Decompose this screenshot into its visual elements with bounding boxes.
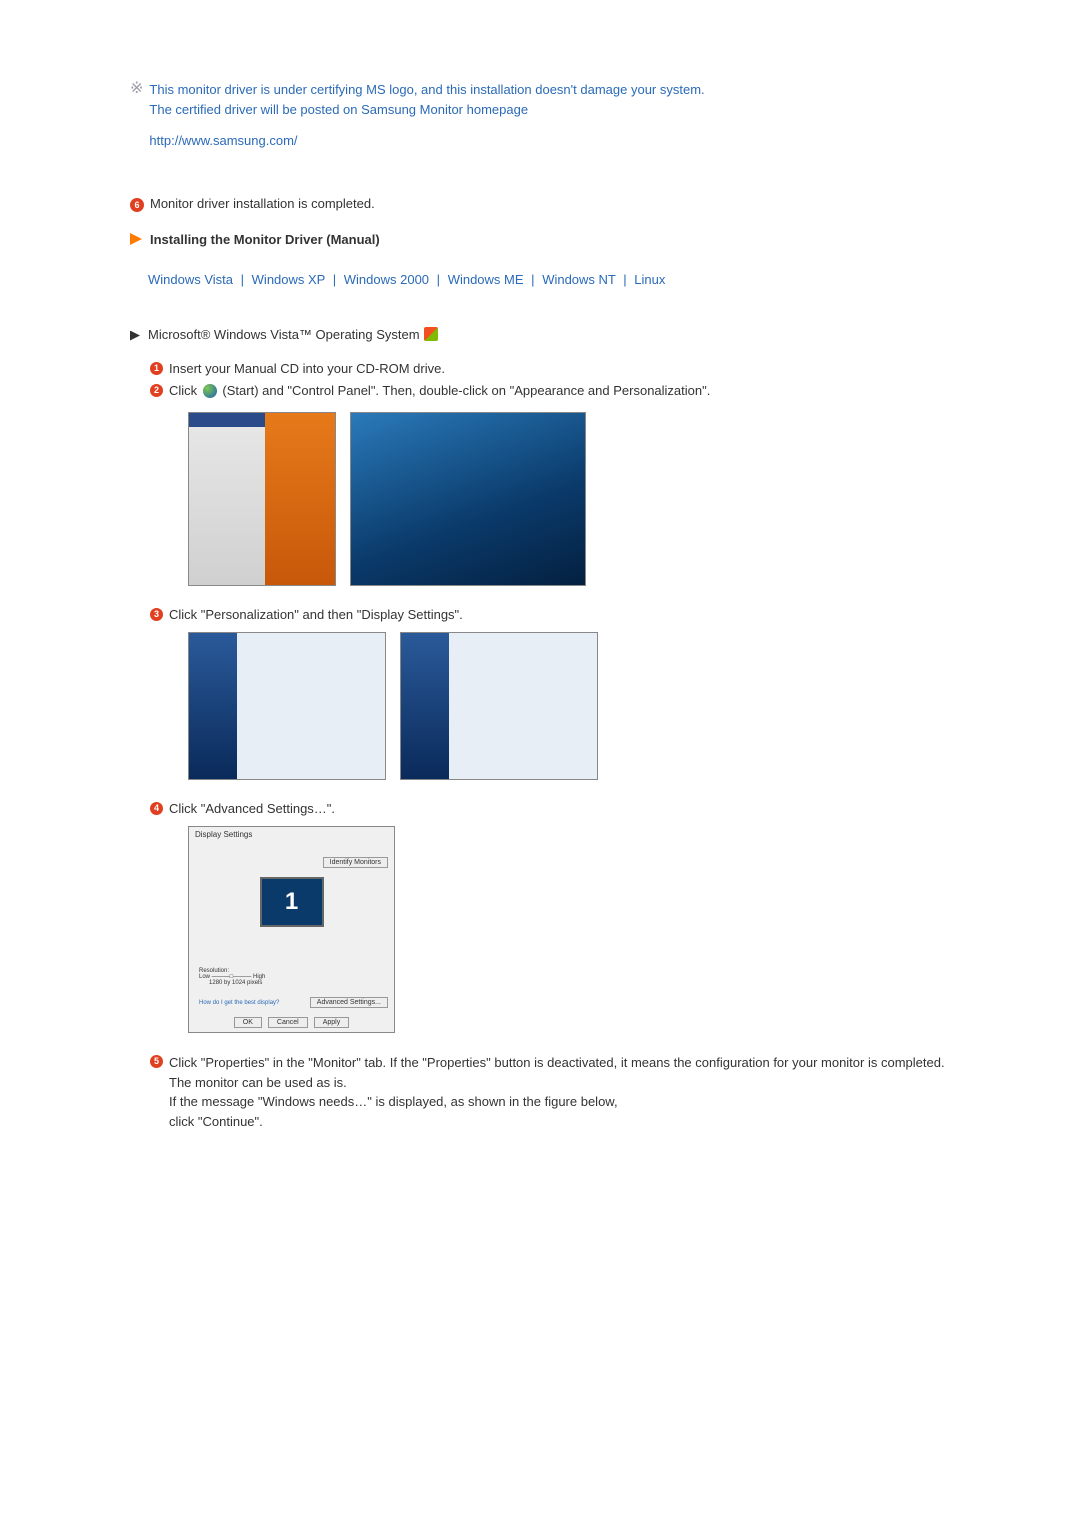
vista-step2-text: Click (Start) and "Control Panel". Then,… [169,382,710,400]
step3-number-icon: 3 [150,608,163,621]
best-display-link: How do I get the best display? [199,1000,279,1006]
note-line1: This monitor driver is under certifying … [149,82,704,97]
step1-number-icon: 1 [150,362,163,375]
step2-number-icon: 2 [150,384,163,397]
sep: | [241,272,244,287]
vista-step3: 3 Click "Personalization" and then "Disp… [150,606,950,624]
cancel-button: Cancel [268,1017,308,1028]
step5-number-icon: 5 [150,1055,163,1068]
step-complete: 6 Monitor driver installation is complet… [130,196,950,212]
os-links: Windows Vista | Windows XP | Windows 200… [148,272,950,287]
sep: | [437,272,440,287]
note-line2: The certified driver will be posted on S… [149,102,528,117]
link-me[interactable]: Windows ME [448,272,524,287]
control-panel-screenshot [350,412,586,586]
arrow-icon [130,233,142,245]
link-2000[interactable]: Windows 2000 [344,272,429,287]
sep: | [531,272,534,287]
driver-complete-text: Monitor driver installation is completed… [150,196,375,211]
vista-step5-text: Click "Properties" in the "Monitor" tab.… [169,1053,950,1131]
section-heading: Installing the Monitor Driver (Manual) [130,232,950,247]
vista-step2: 2 Click (Start) and "Control Panel". The… [150,382,950,400]
identify-monitors-button: Identify Monitors [323,857,388,868]
advanced-settings-button: Advanced Settings... [310,997,388,1008]
monitor-preview: 1 [260,877,324,927]
apply-button: Apply [314,1017,350,1028]
step6-number-icon: 6 [130,198,144,212]
step4-number-icon: 4 [150,802,163,815]
vista-step5: 5 Click "Properties" in the "Monitor" ta… [150,1053,950,1131]
link-xp[interactable]: Windows XP [252,272,325,287]
vista-heading-row: Microsoft® Windows Vista™ Operating Syst… [130,327,950,342]
sep: | [623,272,626,287]
section-title-text: Installing the Monitor Driver (Manual) [150,232,380,247]
vista-step4-text: Click "Advanced Settings…". [169,800,335,818]
resolution-label: Resolution: Low ———□——— High 1280 by 102… [199,968,265,986]
start-orb-icon [203,384,217,398]
display-settings-screenshot: Display Settings Identify Monitors 1 Res… [188,826,395,1033]
personalization-screenshot [400,632,598,780]
link-vista[interactable]: Windows Vista [148,272,233,287]
vista-step3-text: Click "Personalization" and then "Displa… [169,606,463,624]
link-nt[interactable]: Windows NT [542,272,615,287]
samsung-url[interactable]: http://www.samsung.com/ [149,131,704,151]
windows-logo-icon [424,327,438,341]
vista-step1-text: Insert your Manual CD into your CD-ROM d… [169,360,445,378]
vista-heading: Microsoft® Windows Vista™ Operating Syst… [148,327,420,342]
ok-button: OK [234,1017,262,1028]
vista-step1: 1 Insert your Manual CD into your CD-ROM… [150,360,950,378]
sep: | [333,272,336,287]
vista-step4: 4 Click "Advanced Settings…". [150,800,950,818]
ds-title: Display Settings [195,830,252,839]
arrow-icon [130,331,140,341]
appearance-screenshot [188,632,386,780]
start-menu-screenshot [188,412,336,586]
asterisk-icon: ※ [130,78,143,98]
certify-note: ※ This monitor driver is under certifyin… [130,80,950,176]
link-linux[interactable]: Linux [634,272,665,287]
